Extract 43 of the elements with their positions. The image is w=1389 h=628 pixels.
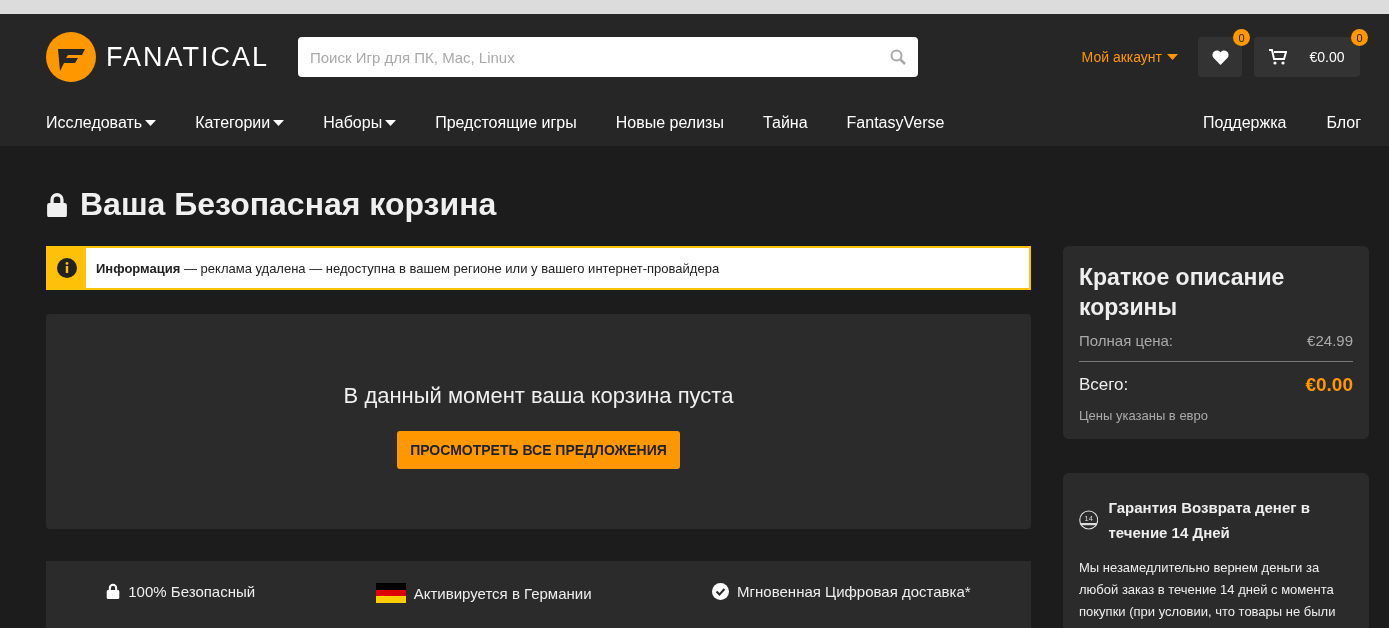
info-text: Информация — реклама удалена — недоступна в вашем регионе или у вашего интернет-провайдера <box>95 260 720 276</box>
info-icon <box>57 258 77 278</box>
empty-cart-message: В данный момент ваша корзина пуста <box>343 382 734 409</box>
caret-icon <box>385 120 397 126</box>
heart-icon <box>1211 49 1229 65</box>
germany-flag-icon <box>375 583 406 603</box>
feature-label: Активируется в Германии <box>413 584 592 602</box>
total-price: €0.00 <box>1305 374 1353 396</box>
cart-total: €0.00 <box>1309 49 1345 65</box>
guarantee-text: Мы незамедлительно вернем деньги за любой заказ в течение 14 дней с момента покупки (при условии, что товары не были <box>1079 559 1337 621</box>
guarantee-title: Гарантия Возврата денег в течение 14 Дней <box>1108 498 1311 543</box>
page-title: Ваша Безопасная корзина <box>80 186 497 223</box>
search-field[interactable]: Поиск Игр для ПК, Mac, Linux <box>298 37 918 77</box>
nav-link[interactable]: FantasyVerse <box>846 114 945 132</box>
caret-icon <box>273 120 285 126</box>
summary-title: Краткое описание корзины <box>1079 263 1286 322</box>
nav-link[interactable]: Категории <box>195 114 285 132</box>
account-menu[interactable]: Мой аккаунт <box>1081 49 1178 65</box>
full-price: €24.99 <box>1307 332 1353 349</box>
guarantee-badge-icon: 14 <box>1079 507 1099 533</box>
logo-icon[interactable] <box>46 32 96 82</box>
nav-link[interactable]: Блог <box>1326 114 1361 132</box>
caret-icon <box>145 120 157 126</box>
nav-link[interactable]: Наборы <box>323 114 397 132</box>
check-circle-icon <box>712 583 730 600</box>
caret-icon <box>1167 54 1178 60</box>
nav-link[interactable]: Тайна <box>762 114 808 132</box>
browse-deals-button[interactable]: ПРОСМОТРЕТЬ ВСЕ ПРЕДЛОЖЕНИЯ <box>397 430 680 469</box>
cart-icon <box>1269 49 1288 65</box>
nav-link[interactable]: Предстоящие игры <box>435 114 577 132</box>
count-badge: 0 <box>1351 29 1368 46</box>
total-label: Всего: <box>1079 375 1129 395</box>
logo-text[interactable]: FANATICAL <box>106 41 270 73</box>
nav-link[interactable]: Исследовать <box>46 114 157 132</box>
feature-label: 100% Безопасный <box>128 583 256 600</box>
currency-note: Цены указаны в евро <box>1079 408 1209 423</box>
lock-icon <box>46 191 68 218</box>
feature-label: Мгновенная Цифровая доставка* <box>737 583 971 600</box>
count-badge: 0 <box>1233 29 1250 46</box>
nav-link[interactable]: Новые релизы <box>615 114 724 132</box>
full-price-label: Полная цена: <box>1079 332 1174 349</box>
nav-link[interactable]: Поддержка <box>1202 114 1287 132</box>
lock-icon <box>106 583 121 600</box>
